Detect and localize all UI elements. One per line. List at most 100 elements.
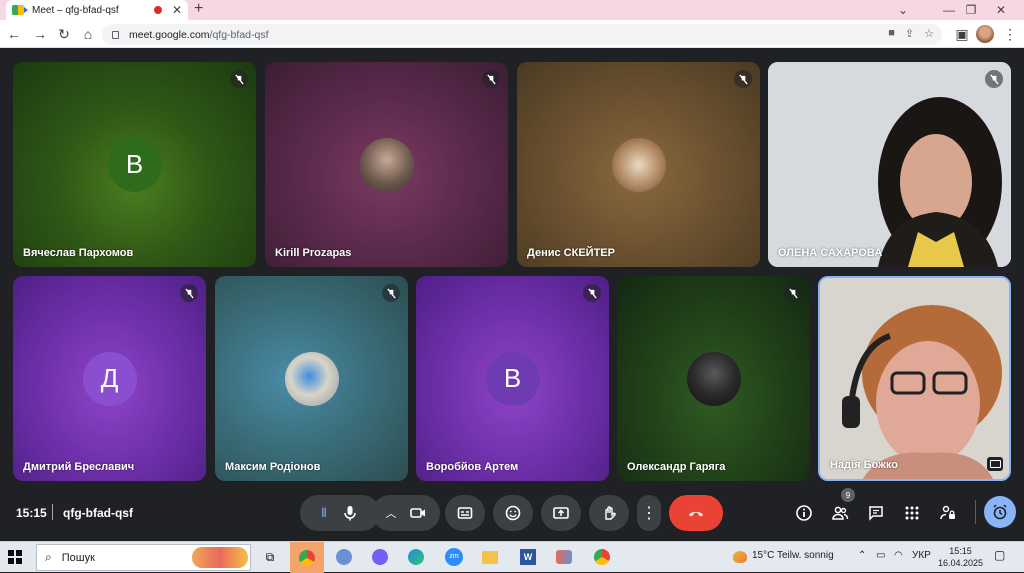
chrome-taskbar-icon[interactable] (590, 546, 614, 568)
clock-date: 16.04.2025 (938, 558, 984, 568)
shield-lock-icon (940, 505, 955, 520)
video-camera-icon (409, 508, 425, 518)
close-window-button[interactable]: ✕ (978, 0, 1024, 20)
meet-stage: B Вячеслав Пархомов Kirill Prozapas Дени… (0, 48, 1024, 541)
participant-tile[interactable]: Д Дмитрий Бреславич (13, 276, 206, 481)
host-controls-button[interactable] (936, 501, 960, 525)
camera-button[interactable]: ︿ (372, 495, 440, 531)
audio-level-icon: ⦀ (321, 505, 327, 520)
file-explorer-icon[interactable] (478, 546, 502, 568)
notifications-icon[interactable]: ▢ (994, 548, 1005, 562)
participant-tile[interactable]: Олександр Гаряга (617, 276, 810, 481)
participant-tile[interactable]: ОЛЕНА САХАРОВА (768, 62, 1011, 267)
windows-start-icon[interactable] (8, 550, 22, 564)
address-bar[interactable]: meet.google.com/qfg-bfad-qsf ■ ⇪ ☆ (102, 24, 942, 45)
grid-apps-icon (905, 506, 919, 520)
word-icon[interactable]: W (516, 546, 540, 568)
timer-button[interactable] (984, 496, 1016, 528)
search-placeholder: Пошук (61, 551, 95, 564)
bookmark-star-icon[interactable]: ☆ (924, 27, 934, 40)
recording-indicator-icon (153, 6, 162, 14)
meet-logo-icon (12, 5, 28, 15)
task-view-icon[interactable]: ⧉ (258, 546, 282, 568)
meeting-time: 15:15 (16, 506, 47, 520)
divider (975, 500, 976, 524)
back-arrow-icon[interactable]: ← (4, 24, 24, 44)
chevron-down-icon[interactable]: ⌄ (880, 0, 926, 20)
language-indicator[interactable]: УКР (912, 550, 931, 561)
mic-off-icon (230, 70, 248, 88)
share-icon[interactable]: ⇪ (905, 27, 914, 40)
participant-tile[interactable]: Kirill Prozapas (265, 62, 508, 267)
avatar: В (485, 351, 540, 406)
participant-tile[interactable]: В Воробйов Артем (416, 276, 609, 481)
mic-off-icon (784, 284, 802, 302)
kebab-menu-icon: ⋮ (641, 505, 657, 522)
participant-tile-active[interactable]: Надія Божко (818, 276, 1011, 481)
captions-button[interactable] (445, 495, 485, 531)
captions-icon (457, 507, 473, 519)
reactions-button[interactable] (493, 495, 533, 531)
info-icon (796, 505, 812, 521)
taskbar-search-input[interactable]: ⌕ Пошук (36, 544, 251, 571)
app-icon[interactable] (332, 546, 356, 568)
participant-tile[interactable]: Максим Родіонов (215, 276, 408, 481)
tab-meet[interactable]: Meet – qfg-bfad-qsf ✕ (6, 0, 188, 20)
avatar (611, 137, 666, 192)
camera-icon[interactable]: ■ (888, 27, 895, 40)
participant-name: Надія Божко (830, 459, 898, 471)
video-feed (768, 62, 1011, 267)
edge-icon[interactable] (404, 546, 428, 568)
viber-icon[interactable] (368, 546, 392, 568)
participant-tile[interactable]: Денис СКЕЙТЕР (517, 62, 760, 267)
weather-text[interactable]: 15°C Teilw. sonnig (752, 550, 834, 561)
avatar (686, 351, 741, 406)
alarm-clock-icon (993, 504, 1007, 520)
menu-kebab-icon[interactable]: ⋮ (1000, 24, 1020, 44)
forward-arrow-icon[interactable]: → (30, 24, 50, 44)
mic-off-icon (734, 70, 752, 88)
participant-name: Максим Родіонов (225, 461, 321, 473)
more-options-button[interactable]: ⋮ (637, 495, 661, 531)
raise-hand-button[interactable] (589, 495, 629, 531)
drive-icon[interactable]: ▭ (876, 550, 885, 561)
participant-name: Kirill Prozapas (275, 247, 352, 259)
home-icon[interactable]: ⌂ (78, 24, 98, 44)
close-tab-icon[interactable]: ✕ (172, 4, 182, 16)
people-button[interactable] (828, 501, 852, 525)
activities-button[interactable] (900, 501, 924, 525)
participant-tile[interactable]: B Вячеслав Пархомов (13, 62, 256, 267)
chat-button[interactable] (864, 501, 888, 525)
meeting-details-button[interactable] (792, 501, 816, 525)
sidebar-icon[interactable]: ▣ (952, 24, 972, 44)
search-icon: ⌕ (45, 550, 52, 564)
system-clock[interactable]: 15:15 16.04.2025 (938, 545, 983, 569)
avatar (359, 137, 414, 192)
app-icon[interactable] (552, 546, 576, 568)
profile-avatar[interactable] (976, 25, 994, 43)
mic-off-icon (482, 70, 500, 88)
chevron-up-icon[interactable]: ⌃ (858, 550, 866, 561)
reload-icon[interactable]: ↻ (54, 24, 74, 44)
new-tab-button[interactable]: + (194, 0, 203, 20)
participant-name: Дмитрий Бреславич (23, 461, 135, 473)
people-icon (832, 506, 849, 520)
zoom-icon[interactable]: zm (442, 546, 466, 568)
leave-call-button[interactable] (669, 495, 723, 531)
participant-name: Вячеслав Пархомов (23, 247, 134, 259)
chrome-taskbar-icon[interactable] (290, 542, 324, 573)
participant-name: ОЛЕНА САХАРОВА (778, 247, 883, 259)
participant-name: Денис СКЕЙТЕР (527, 247, 615, 259)
avatar: Д (82, 351, 137, 406)
picture-in-picture-icon[interactable] (987, 457, 1003, 471)
lock-icon (112, 30, 119, 39)
participant-name: Олександр Гаряга (627, 461, 726, 473)
windows-taskbar: ⌕ Пошук ⧉ zm W 15°C Teilw. sonnig ⌃ ▭ ◠ … (0, 541, 1024, 573)
meeting-code: qfg-bfad-qsf (63, 506, 133, 520)
weather-icon[interactable] (728, 546, 752, 568)
chevron-up-icon[interactable]: ︿ (386, 505, 397, 521)
present-screen-button[interactable] (541, 495, 581, 531)
wifi-icon[interactable]: ◠ (894, 550, 903, 561)
divider (52, 504, 53, 520)
microphone-button[interactable]: ⦀ (300, 495, 380, 531)
